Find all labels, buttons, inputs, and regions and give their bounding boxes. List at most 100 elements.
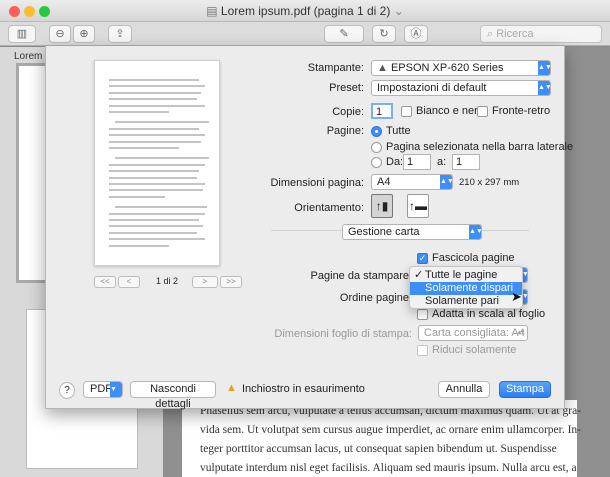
preview-text-line <box>109 111 169 113</box>
chevron-updown-icon: ▲▼ <box>469 225 481 239</box>
ink-warning-text: Inchiostro in esaurimento <box>242 383 365 395</box>
toolbar: ▥ ⊖ ⊕ ⇪ ✎ ↻ Ⓐ ⌕ Ricerca <box>0 22 610 46</box>
window-title: ▤ Lorem ipsum.pdf (pagina 1 di 2) ⌄ <box>206 4 404 18</box>
landscape-button[interactable]: ↑▬ <box>407 194 429 218</box>
document-page: Phasellus sem arcu, vulputate a tellus a… <box>182 400 581 477</box>
pages-selected-radio[interactable] <box>371 142 382 153</box>
black-white-label: Bianco e nero <box>416 105 484 117</box>
paper-size-label: Dimensioni pagina: <box>270 177 364 189</box>
printer-label: Stampante: <box>307 62 364 74</box>
orientation-label: Orientamento: <box>294 202 364 214</box>
printer-select[interactable]: ▲ EPSON XP-620 Series ▲▼ <box>371 60 551 76</box>
chevron-updown-icon: ▲▼ <box>538 61 550 75</box>
duplex-label: Fronte-retro <box>492 105 551 117</box>
pages-all-radio[interactable] <box>371 126 382 137</box>
preview-text-line <box>109 170 199 173</box>
pages-label: Pagine: <box>326 125 364 137</box>
annotate-button[interactable]: Ⓐ <box>404 25 428 43</box>
pages-all-label: Tutte <box>386 125 411 137</box>
preview-text-line <box>109 140 201 143</box>
warning-icon: ▲ <box>377 62 391 74</box>
portrait-icon: ↑▮ <box>375 199 389 213</box>
markup-button[interactable]: ✎ <box>324 25 364 43</box>
document-line: vida sem. Ut volutpat sem cursus augue i… <box>200 424 581 436</box>
annotate-icon: Ⓐ <box>410 28 422 40</box>
paper-size-select[interactable]: A4 ▲▼ <box>371 174 453 190</box>
preview-text-line <box>115 121 209 124</box>
scale-to-fit-checkbox[interactable] <box>417 309 428 320</box>
preview-text-line <box>109 91 201 94</box>
copies-field[interactable]: 1 <box>371 103 393 119</box>
document-line: teger porttitor accumsan lacus, ut conse… <box>200 443 557 455</box>
pen-icon: ✎ <box>339 28 349 40</box>
document-line: vulputate interdum nisl eget facilisis. … <box>200 462 577 474</box>
preview-text-line <box>115 157 209 160</box>
rotate-button[interactable]: ↻ <box>372 25 396 43</box>
preset-label: Preset: <box>329 82 364 94</box>
preview-text-line <box>109 134 205 137</box>
pages-range-radio[interactable] <box>371 157 382 168</box>
preview-text-line <box>109 212 205 215</box>
share-button[interactable]: ⇪ <box>108 25 132 43</box>
zoom-in-button[interactable]: ⊕ <box>73 25 95 43</box>
help-button[interactable]: ? <box>59 382 75 399</box>
pages-to-field[interactable]: 1 <box>452 154 480 170</box>
next-page-button[interactable]: > <box>192 276 218 288</box>
section-select[interactable]: Gestione carta ▲▼ <box>342 224 482 240</box>
pdf-file-icon: ▤ <box>206 4 221 18</box>
preview-text-line <box>109 189 203 192</box>
destination-size-label: Dimensioni foglio di stampa: <box>274 328 412 340</box>
preview-text-line <box>109 225 203 228</box>
rotate-icon: ↻ <box>379 28 389 40</box>
zoom-in-icon: ⊕ <box>79 28 89 40</box>
warning-icon: ▲ <box>226 382 237 394</box>
preset-select[interactable]: Impostazioni di default ▲▼ <box>371 80 551 96</box>
checkmark-icon: ✓ <box>414 269 424 281</box>
preview-text-line <box>109 79 199 81</box>
search-input[interactable]: ⌕ Ricerca <box>480 25 602 43</box>
preview-text-line <box>109 195 165 198</box>
preview-text-line <box>115 206 207 209</box>
preview-text-line <box>109 244 169 247</box>
paper-dimensions: 210 x 297 mm <box>459 177 520 188</box>
sidebar-label: Lorem <box>14 51 43 62</box>
duplex-checkbox[interactable] <box>477 106 488 117</box>
pages-from-field[interactable]: 1 <box>403 154 431 170</box>
preview-text-line <box>109 183 205 185</box>
black-white-checkbox[interactable] <box>401 106 412 117</box>
pages-to-print-menu: ✓ Tutte le pagine Solamente dispari Solam… <box>409 266 523 309</box>
page-order-label: Ordine pagine <box>339 292 409 304</box>
pdf-menu-button[interactable]: PDF ▼ <box>83 381 123 398</box>
zoom-out-button[interactable]: ⊖ <box>49 25 71 43</box>
page-indicator: 1 di 2 <box>156 276 179 286</box>
hide-details-button[interactable]: Nascondi dettagli <box>130 381 216 410</box>
collate-label: Fascicola pagine <box>432 252 515 264</box>
print-button[interactable]: Stampa <box>499 381 551 398</box>
preview-text-line <box>109 127 199 130</box>
last-page-button[interactable]: >> <box>220 276 242 288</box>
scale-to-fit-label: Adatta in scala al foglio <box>432 308 546 320</box>
destination-size-select: Carta consigliata: A4 ▴▾ <box>418 325 528 341</box>
portrait-button[interactable]: ↑▮ <box>371 194 393 218</box>
first-page-button[interactable]: << <box>94 276 116 288</box>
print-dialog: << < 1 di 2 > >> Stampante: ▲ EPSON XP-6… <box>45 46 573 410</box>
zoom-out-icon: ⊖ <box>55 28 65 40</box>
previous-page-button[interactable]: < <box>118 276 140 288</box>
cancel-button[interactable]: Annulla <box>438 381 490 398</box>
preview-text-line <box>109 98 197 101</box>
collate-checkbox[interactable]: ✓ <box>417 253 428 264</box>
menu-item-odd-pages[interactable]: Solamente dispari <box>410 282 522 295</box>
preview-text-line <box>109 238 205 241</box>
chevron-down-icon[interactable]: ⌄ <box>390 4 404 18</box>
menu-item-even-pages[interactable]: Solamente pari <box>410 295 522 308</box>
mouse-cursor-icon: ➤ <box>511 289 522 304</box>
search-icon: ⌕ <box>487 28 497 40</box>
pages-from-label: Da: <box>386 156 404 168</box>
sidebar-toggle-button[interactable]: ▥ <box>8 25 36 43</box>
print-preview-page <box>94 60 220 266</box>
chevron-updown-icon: ▲▼ <box>440 175 452 189</box>
copies-label: Copie: <box>332 106 364 118</box>
menu-item-all-pages[interactable]: ✓ Tutte le pagine <box>410 269 522 282</box>
chevron-down-icon: ▼ <box>110 382 122 397</box>
pages-to-label: a: <box>437 156 447 168</box>
